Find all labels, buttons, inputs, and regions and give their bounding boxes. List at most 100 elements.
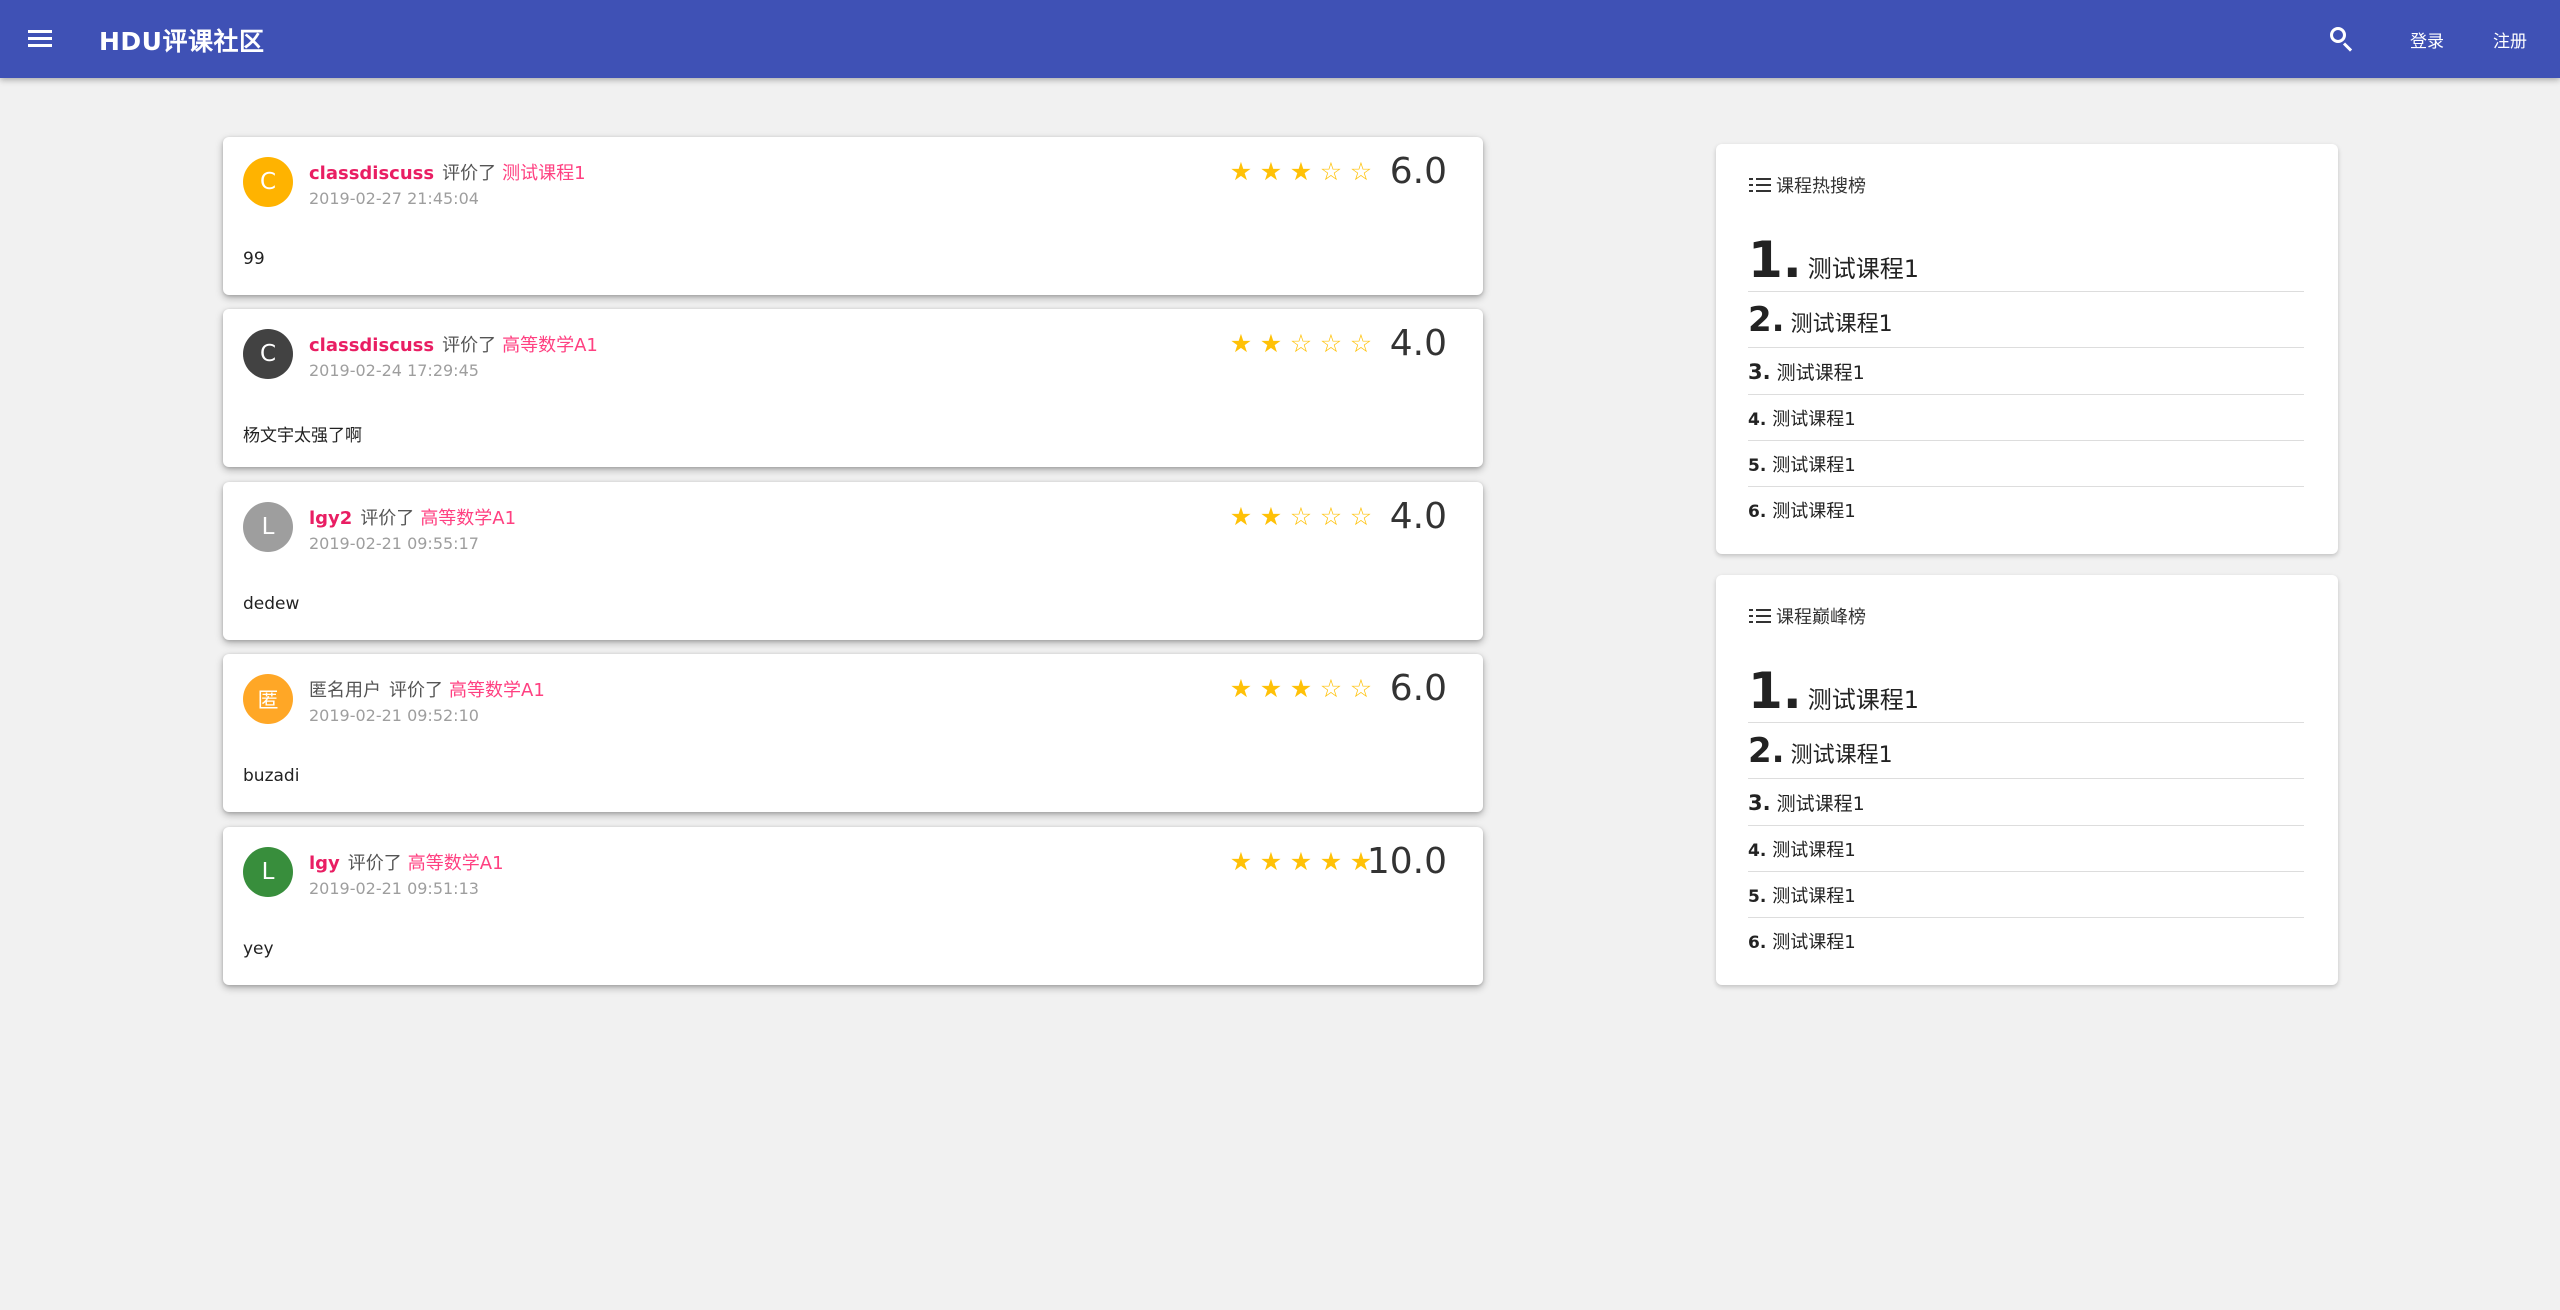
review-course-link[interactable]: 高等数学A1 xyxy=(502,335,598,356)
menu-icon[interactable] xyxy=(24,21,60,57)
rank-item[interactable]: 3. 测试课程1 xyxy=(1748,779,2304,826)
rank-course-name[interactable]: 测试课程1 xyxy=(1808,249,1919,284)
rank-course-name[interactable]: 测试课程1 xyxy=(1772,882,1855,908)
rank-item[interactable]: 6. 测试课程1 xyxy=(1748,487,2304,533)
panel-title: 课程巅峰榜 xyxy=(1776,607,1866,628)
review-comment: 99 xyxy=(243,249,265,269)
star-rating: ★ ★ ☆ ☆ ☆ xyxy=(1229,329,1373,359)
avatar[interactable]: C xyxy=(243,157,293,207)
avatar[interactable]: L xyxy=(243,502,293,552)
review-user-link[interactable]: classdiscuss xyxy=(309,163,434,184)
rank-number: 5. xyxy=(1748,887,1767,907)
review-verb: 评价了 xyxy=(360,508,415,529)
review-verb: 评价了 xyxy=(442,335,497,356)
star-outline-icon: ☆ xyxy=(1319,329,1343,358)
review-score: 10.0 xyxy=(1366,841,1447,882)
rank-number: 4. xyxy=(1748,410,1767,430)
rank-number: 2. xyxy=(1748,731,1785,771)
rank-list: 1. 测试课程1 2. 测试课程1 3. 测试课程1 4. 测试课程1 5. 测试课程1 … xyxy=(1748,661,2304,964)
rank-course-name[interactable]: 测试课程1 xyxy=(1772,928,1855,954)
avatar[interactable]: C xyxy=(243,329,293,379)
rank-course-name[interactable]: 测试课程1 xyxy=(1772,451,1855,477)
star-outline-icon: ☆ xyxy=(1349,674,1373,703)
avatar[interactable]: 匿 xyxy=(243,674,293,724)
panel-header: 课程热搜榜 xyxy=(1748,172,1866,198)
review-course-link[interactable]: 测试课程1 xyxy=(502,163,585,184)
review-user-name: 匿名用户 xyxy=(309,680,381,701)
rank-course-name[interactable]: 测试课程1 xyxy=(1791,306,1893,338)
rank-number: 1. xyxy=(1748,662,1802,720)
rank-number: 1. xyxy=(1748,231,1802,289)
star-filled-icon: ★ xyxy=(1259,674,1283,703)
rank-item[interactable]: 5. 测试课程1 xyxy=(1748,872,2304,918)
rank-course-name[interactable]: 测试课程1 xyxy=(1777,789,1865,816)
review-user-link[interactable]: classdiscuss xyxy=(309,335,434,356)
rank-item[interactable]: 3. 测试课程1 xyxy=(1748,348,2304,395)
rank-item[interactable]: 5. 测试课程1 xyxy=(1748,441,2304,487)
rank-item[interactable]: 4. 测试课程1 xyxy=(1748,826,2304,872)
list-icon xyxy=(1748,605,1772,627)
star-outline-icon: ☆ xyxy=(1319,502,1343,531)
star-outline-icon: ☆ xyxy=(1289,502,1313,531)
review-course-link[interactable]: 高等数学A1 xyxy=(408,853,504,874)
review-timestamp: 2019-02-21 09:51:13 xyxy=(309,879,479,898)
rank-list: 1. 测试课程1 2. 测试课程1 3. 测试课程1 4. 测试课程1 5. 测试课程1 … xyxy=(1748,230,2304,533)
star-rating: ★ ★ ☆ ☆ ☆ xyxy=(1229,502,1373,532)
review-course-link[interactable]: 高等数学A1 xyxy=(420,508,516,529)
review-headline: lgy 评价了 高等数学A1 xyxy=(309,849,504,875)
review-score: 4.0 xyxy=(1389,496,1447,537)
star-outline-icon: ☆ xyxy=(1319,674,1343,703)
rank-course-name[interactable]: 测试课程1 xyxy=(1772,836,1855,862)
rank-item[interactable]: 4. 测试课程1 xyxy=(1748,395,2304,441)
review-verb: 评价了 xyxy=(389,680,443,701)
review-headline: classdiscuss 评价了 测试课程1 xyxy=(309,159,586,185)
review-headline: 匿名用户 评价了 高等数学A1 xyxy=(309,676,545,702)
rank-item[interactable]: 6. 测试课程1 xyxy=(1748,918,2304,964)
rank-number: 6. xyxy=(1748,933,1767,953)
star-filled-icon: ★ xyxy=(1229,157,1253,186)
star-outline-icon: ☆ xyxy=(1319,157,1343,186)
star-filled-icon: ★ xyxy=(1319,847,1343,876)
review-timestamp: 2019-02-21 09:52:10 xyxy=(309,706,479,725)
review-comment: yey xyxy=(243,939,274,959)
rank-course-name[interactable]: 测试课程1 xyxy=(1772,497,1855,523)
search-icon[interactable] xyxy=(2323,21,2359,57)
review-user-link[interactable]: lgy xyxy=(309,853,340,874)
review-verb: 评价了 xyxy=(442,163,497,184)
star-rating: ★ ★ ★ ☆ ☆ xyxy=(1229,674,1373,704)
star-filled-icon: ★ xyxy=(1229,329,1253,358)
review-card: C classdiscuss 评价了 测试课程1 2019-02-27 21:45:… xyxy=(223,137,1483,295)
avatar[interactable]: L xyxy=(243,847,293,897)
review-comment: dedew xyxy=(243,594,300,614)
star-filled-icon: ★ xyxy=(1229,502,1253,531)
rank-course-name[interactable]: 测试课程1 xyxy=(1791,737,1893,769)
rank-item[interactable]: 2. 测试课程1 xyxy=(1748,292,2304,348)
rank-course-name[interactable]: 测试课程1 xyxy=(1772,405,1855,431)
rank-number: 3. xyxy=(1748,360,1771,384)
review-score: 6.0 xyxy=(1389,151,1447,192)
login-button[interactable]: 登录 xyxy=(2410,27,2444,52)
review-timestamp: 2019-02-21 09:55:17 xyxy=(309,534,479,553)
rank-item[interactable]: 1. 测试课程1 xyxy=(1748,661,2304,723)
list-icon xyxy=(1748,174,1772,196)
rank-item[interactable]: 1. 测试课程1 xyxy=(1748,230,2304,292)
review-score: 4.0 xyxy=(1389,323,1447,364)
register-button[interactable]: 注册 xyxy=(2493,27,2527,52)
rank-course-name[interactable]: 测试课程1 xyxy=(1808,680,1919,715)
peak-ranking-panel: 课程巅峰榜 1. 测试课程1 2. 测试课程1 3. 测试课程1 4. 测试课程1 5.… xyxy=(1716,575,2338,985)
review-timestamp: 2019-02-27 21:45:04 xyxy=(309,189,479,208)
rank-course-name[interactable]: 测试课程1 xyxy=(1777,358,1865,385)
star-filled-icon: ★ xyxy=(1289,157,1313,186)
rank-item[interactable]: 2. 测试课程1 xyxy=(1748,723,2304,779)
review-score: 6.0 xyxy=(1389,668,1447,709)
review-user-link[interactable]: lgy2 xyxy=(309,508,352,529)
rank-number: 5. xyxy=(1748,456,1767,476)
panel-title: 课程热搜榜 xyxy=(1776,176,1866,197)
star-rating: ★ ★ ★ ☆ ☆ xyxy=(1229,157,1373,187)
review-course-link[interactable]: 高等数学A1 xyxy=(449,680,545,701)
rank-number: 3. xyxy=(1748,791,1771,815)
star-filled-icon: ★ xyxy=(1259,502,1283,531)
rank-number: 4. xyxy=(1748,841,1767,861)
review-card: L lgy2 评价了 高等数学A1 2019-02-21 09:55:17 ★ ★ ☆ ☆… xyxy=(223,482,1483,640)
app-title[interactable]: HDU评课社区 xyxy=(99,22,264,58)
